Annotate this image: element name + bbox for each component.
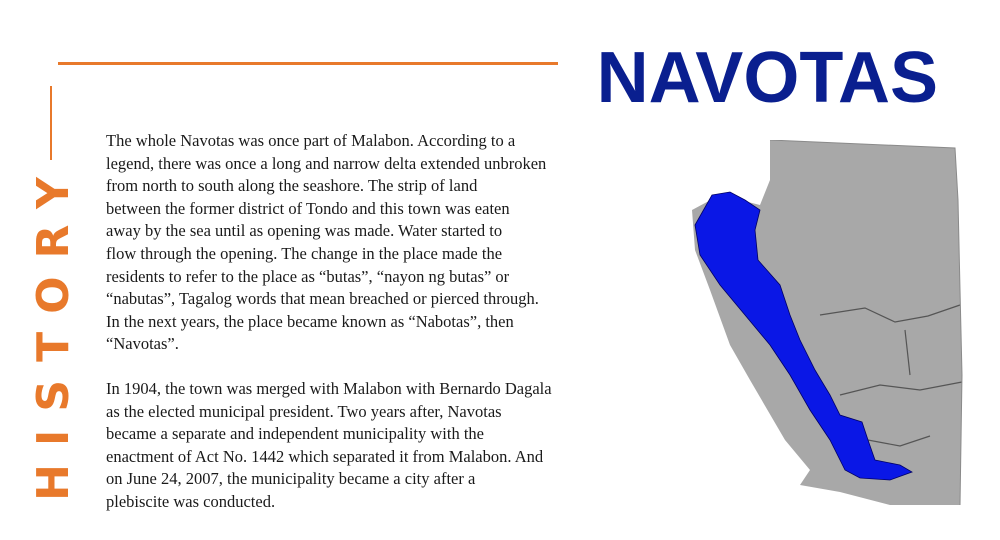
page-title: NAVOTAS — [596, 38, 938, 118]
history-paragraph-2: In 1904, the town was merged with Malabo… — [106, 378, 552, 511]
top-divider-line — [58, 62, 558, 65]
section-title-history: HISTORY — [28, 159, 79, 501]
history-text: The whole Navotas was once part of Malab… — [106, 130, 726, 514]
history-paragraph-1: The whole Navotas was once part of Malab… — [106, 131, 547, 354]
navotas-location-map — [692, 140, 963, 505]
side-divider-line — [50, 86, 52, 160]
